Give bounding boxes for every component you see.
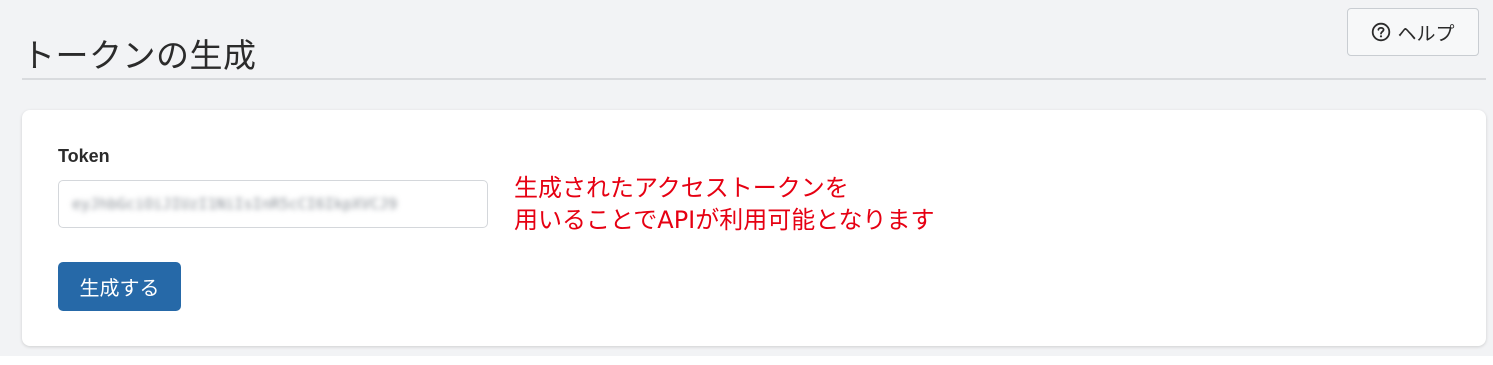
annotation-note: 生成されたアクセストークンを 用いることでAPIが利用可能となります xyxy=(514,172,935,236)
header-divider xyxy=(22,78,1486,80)
question-circle-icon xyxy=(1372,22,1391,42)
token-card: Token eyJhbGciOiJIUzI1NiIsInR5cCI6IkpXVC… xyxy=(22,110,1486,346)
help-button-label: ヘルプ xyxy=(1397,22,1455,45)
page: トークンの生成 ヘルプ Token eyJhbGciOiJIUzI1NiIsIn… xyxy=(0,0,1493,365)
annotation-line-2: 用いることでAPIが利用可能となります xyxy=(514,206,935,234)
token-input[interactable] xyxy=(58,180,488,228)
page-title: トークンの生成 xyxy=(22,36,257,76)
generate-button[interactable]: 生成する xyxy=(58,262,181,311)
help-button[interactable]: ヘルプ xyxy=(1347,8,1479,56)
bottom-strip xyxy=(0,356,1493,365)
token-label: Token xyxy=(58,146,110,166)
annotation-line-1: 生成されたアクセストークンを xyxy=(514,174,849,202)
